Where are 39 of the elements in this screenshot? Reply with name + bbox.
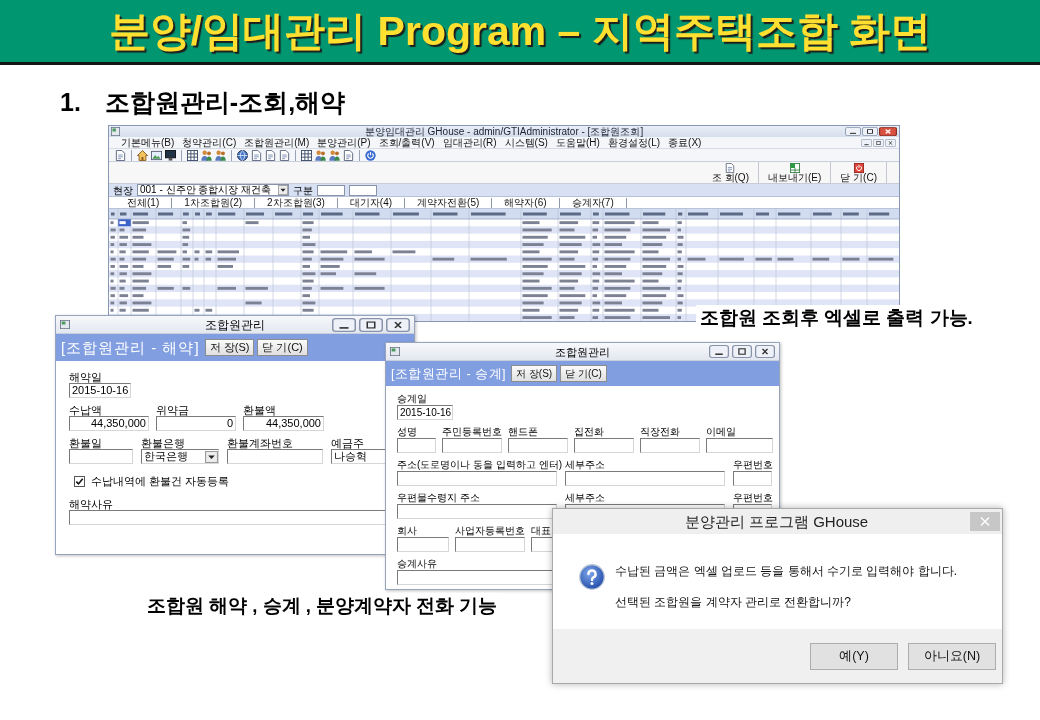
field-label: 환불일	[69, 437, 102, 449]
field-label: 현장	[113, 184, 133, 196]
section-title: 조합원관리-조회,해약	[104, 87, 346, 117]
field-label: 핸드폰	[508, 426, 538, 438]
field-label: 이메일	[706, 426, 736, 438]
field-label: 환불액	[243, 404, 276, 416]
field-label: 세부주소	[565, 459, 605, 471]
checkbox-label: 수납내역에 환불건 자동등록	[91, 474, 230, 488]
window-title: 분양임대관리 GHouse - admin/GTIAdministrator - [조합원조회]	[364, 126, 644, 137]
field-label: 해약일	[69, 371, 102, 383]
field-label: 사업자등록번호	[455, 525, 525, 537]
slide-title: 분양/임대관리 Program – 지역주택조합 화면	[108, 7, 932, 55]
field-label: 집전화	[574, 426, 604, 438]
field-label: 세부주소	[565, 492, 605, 504]
field-label: 해약사유	[69, 498, 113, 510]
field-label: 환불계좌번호	[227, 437, 293, 449]
field-label: 성명	[397, 426, 417, 438]
field-label: 우편번호	[733, 459, 773, 471]
field-label: 직장전화	[640, 426, 680, 438]
field-label: 대표	[531, 525, 551, 537]
dialog-heading: [조합원관리 - 해약]	[61, 338, 200, 357]
field-label: 승계일	[397, 393, 427, 405]
section-number: 1.	[60, 87, 81, 117]
window-title: 조합원관리	[555, 344, 610, 359]
field-label: 위약금	[156, 404, 189, 416]
dialog-heading: [조합원관리 - 승계]	[391, 365, 507, 383]
field-label: 승계사유	[397, 558, 437, 570]
dialog-title: 분양관리 프로그램 GHouse	[684, 512, 869, 531]
message-text: 수납된 금액은 엑셀 업로드 등을 통해서 수기로 입력해야 합니다.	[615, 564, 957, 579]
field-label: 회사	[397, 525, 417, 537]
window-title: 조합원관리	[205, 317, 265, 332]
field-label: 환불은행	[141, 437, 185, 449]
message-text: 선택된 조합원을 계약자 관리로 전환합니까?	[615, 595, 852, 610]
field-label: 예금주	[331, 437, 364, 449]
field-label: 우편물수령지 주소	[397, 492, 480, 504]
field-label: 구분	[293, 184, 313, 196]
field-label: 수납액	[69, 404, 102, 416]
field-label: 우편번호	[733, 492, 773, 504]
field-label: 주민등록번호	[442, 426, 502, 438]
